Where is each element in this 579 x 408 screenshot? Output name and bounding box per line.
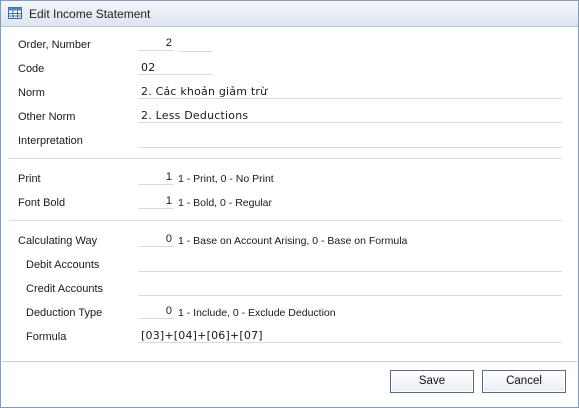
order-number-label: Order, Number (18, 39, 91, 51)
order-field[interactable]: 2 (138, 37, 174, 51)
debit-accounts-label: Debit Accounts (26, 259, 100, 271)
dialog-title: Edit Income Statement (29, 7, 151, 21)
footer-divider (2, 361, 577, 362)
font-bold-label: Font Bold (18, 197, 66, 209)
norm-field[interactable]: 2. Các khoản giảm trừ (138, 85, 562, 99)
font-bold-hint: 1 - Bold, 0 - Regular (178, 197, 272, 209)
cancel-button[interactable]: Cancel (482, 370, 566, 393)
other-norm-label: Other Norm (18, 111, 76, 123)
calculating-way-label: Calculating Way (18, 235, 98, 247)
deduction-type-hint: 1 - Include, 0 - Exclude Deduction (178, 307, 336, 319)
title-bar: Edit Income Statement (1, 1, 578, 27)
save-button[interactable]: Save (390, 370, 474, 393)
interpretation-label: Interpretation (18, 135, 83, 147)
font-bold-field[interactable]: 1 (138, 195, 174, 209)
other-norm-field[interactable]: 2. Less Deductions (138, 109, 562, 123)
print-hint: 1 - Print, 0 - No Print (178, 173, 274, 185)
calculating-way-field[interactable]: 0 (138, 233, 174, 247)
print-field[interactable]: 1 (138, 171, 174, 185)
section-divider (9, 220, 562, 221)
debit-accounts-field[interactable] (138, 257, 562, 272)
number-field[interactable] (178, 37, 212, 52)
code-label: Code (18, 63, 45, 75)
table-icon (8, 7, 22, 19)
section-divider (9, 158, 562, 159)
deduction-type-label: Deduction Type (26, 307, 103, 319)
deduction-type-field[interactable]: 0 (138, 305, 174, 319)
calculating-way-hint: 1 - Base on Account Arising, 0 - Base on… (178, 235, 408, 247)
edit-income-statement-dialog: Edit Income Statement Order, Number 2 Co… (0, 0, 579, 408)
code-field[interactable]: 02 (138, 61, 212, 75)
interpretation-field[interactable] (138, 133, 562, 148)
print-label: Print (18, 173, 41, 185)
formula-label: Formula (26, 331, 67, 343)
credit-accounts-label: Credit Accounts (26, 283, 104, 295)
credit-accounts-field[interactable] (138, 281, 562, 296)
norm-label: Norm (18, 87, 45, 99)
formula-field[interactable]: [03]+[04]+[06]+[07] (138, 329, 562, 343)
